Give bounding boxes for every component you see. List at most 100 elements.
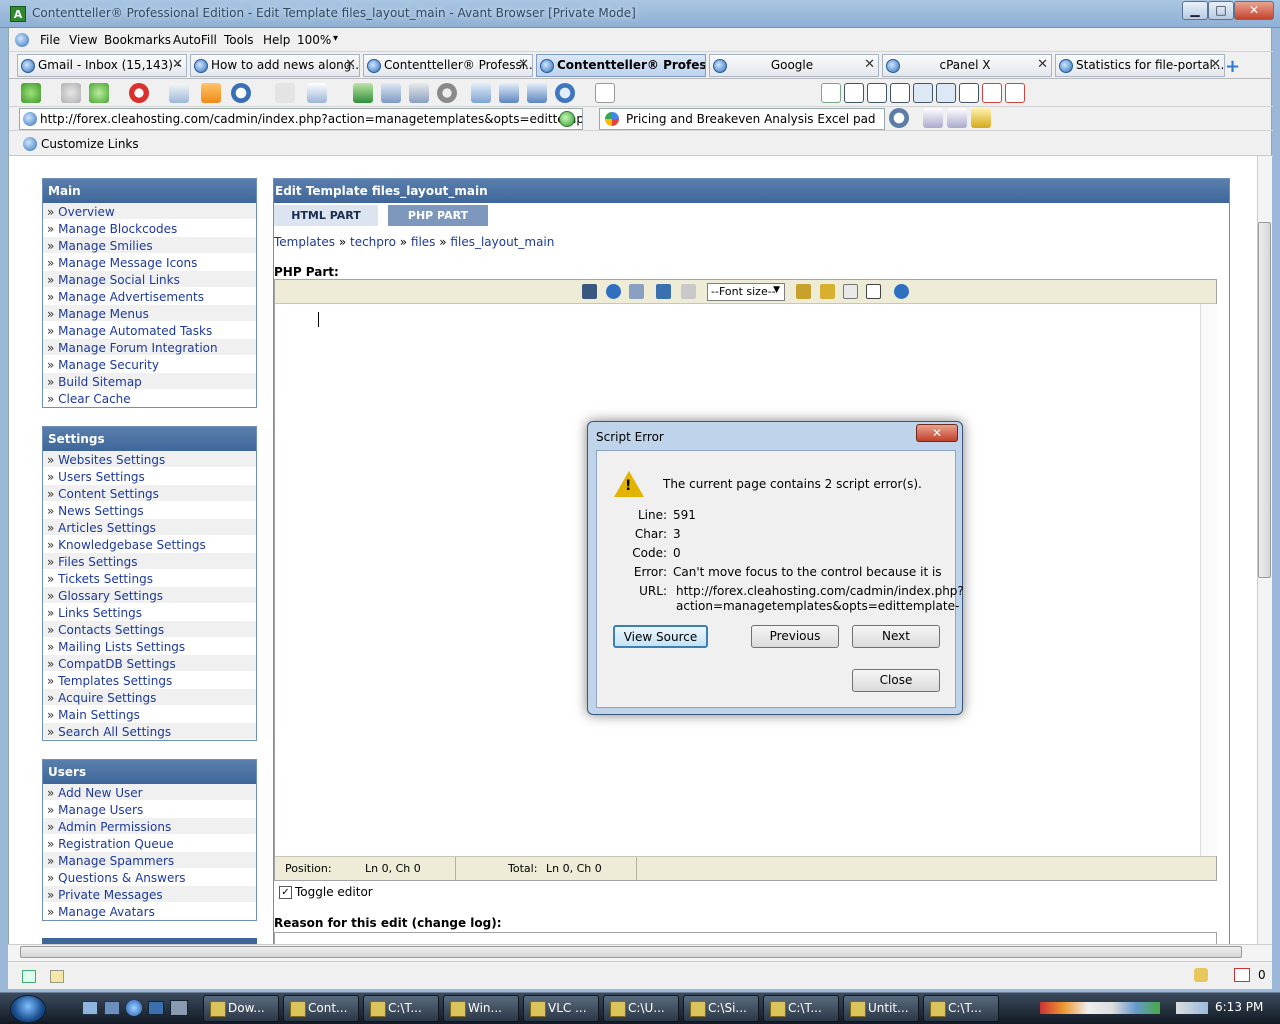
tab-close-icon[interactable]: ✕ xyxy=(518,57,529,72)
link-add-new-user[interactable]: Add New User xyxy=(43,784,256,801)
crumb-templates[interactable]: Templates xyxy=(274,235,335,249)
highlight-icon[interactable] xyxy=(971,108,991,128)
search-engine-icon[interactable] xyxy=(889,108,909,128)
link-manage-advertisements[interactable]: Manage Advertisements xyxy=(43,288,256,305)
window-titlebar[interactable]: A Contentteller® Professional Edition - … xyxy=(0,0,1280,28)
taskbar-button-downloads[interactable]: Dow... xyxy=(203,995,279,1022)
font-size-select[interactable]: --Font size-- ▼ xyxy=(707,283,785,301)
google-search-icon[interactable] xyxy=(605,112,619,126)
show-desktop-icon[interactable] xyxy=(82,1001,98,1015)
layout-next-icon[interactable] xyxy=(913,83,933,103)
dialog-close-button[interactable]: Close xyxy=(852,669,940,692)
switch-windows-icon[interactable] xyxy=(104,1001,120,1015)
toggle-editor-checkbox[interactable]: ✓ xyxy=(279,886,292,899)
link-mailing-lists-settings[interactable]: Mailing Lists Settings xyxy=(43,638,256,655)
home-icon[interactable] xyxy=(169,83,189,103)
image-icon[interactable] xyxy=(353,83,373,103)
tab-html-part[interactable]: HTML PART xyxy=(274,205,378,226)
tab-contentteller-active[interactable]: Contentteller® Profes... xyxy=(536,54,706,77)
link-manage-message-icons[interactable]: Manage Message Icons xyxy=(43,254,256,271)
link-knowledgebase-settings[interactable]: Knowledgebase Settings xyxy=(43,536,256,553)
link-manage-forum-integration[interactable]: Manage Forum Integration xyxy=(43,339,256,356)
link-users-settings[interactable]: Users Settings xyxy=(43,468,256,485)
tab-close-icon[interactable]: ✕ xyxy=(172,57,183,72)
minimize-button[interactable]: ▁ xyxy=(1182,1,1208,20)
taskbar-button-untitled[interactable]: Untit... xyxy=(843,995,919,1022)
link-compatdb-settings[interactable]: CompatDB Settings xyxy=(43,655,256,672)
go-icon[interactable] xyxy=(559,111,575,127)
menu-file[interactable]: File xyxy=(40,33,60,47)
tab-google[interactable]: Google ✕ xyxy=(709,54,879,77)
taskbar-clock[interactable]: 6:13 PM xyxy=(1215,1000,1263,1014)
start-button[interactable] xyxy=(10,995,46,1023)
next-button[interactable]: Next xyxy=(852,625,940,648)
media-icon[interactable] xyxy=(148,1001,164,1015)
maximize-button[interactable]: □ xyxy=(1208,1,1234,20)
highlight-brush-icon[interactable] xyxy=(820,284,835,299)
copy-icon[interactable] xyxy=(275,83,295,103)
previous-button[interactable]: Previous xyxy=(751,625,839,648)
crumb-techpro[interactable]: techpro xyxy=(350,235,396,249)
options-gear-icon[interactable] xyxy=(437,83,457,103)
page-horizontal-scroll-thumb[interactable] xyxy=(20,946,1242,958)
taskbar-button-folder-t-3[interactable]: C:\T... xyxy=(923,995,999,1022)
dialog-close-icon[interactable]: ✕ xyxy=(916,424,958,442)
up-icon[interactable] xyxy=(89,83,109,103)
save-icon[interactable] xyxy=(527,83,547,103)
link-glossary-settings[interactable]: Glossary Settings xyxy=(43,587,256,604)
tab-php-part[interactable]: PHP PART xyxy=(388,205,488,226)
customize-links-link[interactable]: Customize Links xyxy=(41,137,139,151)
new-page-icon[interactable] xyxy=(595,83,615,103)
taskbar-button-contentteller[interactable]: Cont... xyxy=(283,995,359,1022)
find-icon[interactable] xyxy=(923,108,943,128)
rss-icon[interactable] xyxy=(201,83,221,103)
help-icon[interactable] xyxy=(894,284,909,299)
tab-close-icon[interactable]: ✕ xyxy=(864,57,875,72)
quicklaunch-more-icon[interactable] xyxy=(170,1000,188,1016)
window-icon[interactable] xyxy=(307,83,327,103)
taskbar-button-folder-u[interactable]: C:\U... xyxy=(603,995,679,1022)
forward-icon[interactable] xyxy=(61,83,81,103)
layout-horizontal-icon[interactable] xyxy=(890,83,910,103)
link-main-settings[interactable]: Main Settings xyxy=(43,706,256,723)
edit-icon[interactable] xyxy=(381,83,401,103)
link-manage-spammers[interactable]: Manage Spammers xyxy=(43,852,256,869)
find-next-icon[interactable] xyxy=(947,108,967,128)
tab-how-to-add-news[interactable]: How to add news along... ✕ xyxy=(190,54,360,77)
menu-autofill[interactable]: AutoFill xyxy=(173,33,217,47)
taskbar-button-folder-t-2[interactable]: C:\T... xyxy=(763,995,839,1022)
link-contacts-settings[interactable]: Contacts Settings xyxy=(43,621,256,638)
status-page-icon[interactable] xyxy=(22,970,36,983)
crumb-files-layout-main[interactable]: files_layout_main xyxy=(450,235,554,249)
zoom-level[interactable]: 100% xyxy=(297,33,331,47)
link-private-messages[interactable]: Private Messages xyxy=(43,886,256,903)
goto-icon[interactable] xyxy=(606,284,621,299)
link-websites-settings[interactable]: Websites Settings xyxy=(43,451,256,468)
popup-blocker-icon[interactable] xyxy=(1234,968,1250,982)
undo-icon[interactable] xyxy=(656,284,671,299)
link-manage-blockcodes[interactable]: Manage Blockcodes xyxy=(43,220,256,237)
link-acquire-settings[interactable]: Acquire Settings xyxy=(43,689,256,706)
word-wrap-icon[interactable] xyxy=(866,284,881,299)
reason-textarea[interactable] xyxy=(274,932,1217,944)
link-registration-queue[interactable]: Registration Queue xyxy=(43,835,256,852)
link-build-sitemap[interactable]: Build Sitemap xyxy=(43,373,256,390)
menu-bookmarks[interactable]: Bookmarks xyxy=(104,33,171,47)
spellcheck-icon[interactable] xyxy=(796,284,811,299)
system-tray-icons[interactable] xyxy=(1040,1002,1160,1014)
page-vertical-scroll-thumb[interactable] xyxy=(1258,222,1271,578)
tray-network-volume-icon[interactable] xyxy=(1176,1002,1208,1014)
pointer-icon[interactable] xyxy=(471,83,491,103)
link-links-settings[interactable]: Links Settings xyxy=(43,604,256,621)
eraser-icon[interactable] xyxy=(843,284,858,299)
taskbar-button-folder-t-1[interactable]: C:\T... xyxy=(363,995,439,1022)
stop-icon[interactable] xyxy=(129,83,149,103)
back-icon[interactable] xyxy=(21,83,41,103)
search-input[interactable]: Pricing and Breakeven Analysis Excel pad xyxy=(599,108,885,130)
new-tab-icon[interactable]: + xyxy=(1225,56,1240,77)
history-icon[interactable] xyxy=(231,83,251,103)
link-search-all-settings[interactable]: Search All Settings xyxy=(43,723,256,740)
taskbar-button-folder-si[interactable]: C:\Si... xyxy=(683,995,759,1022)
link-manage-social-links[interactable]: Manage Social Links xyxy=(43,271,256,288)
layout-prev-icon[interactable] xyxy=(936,83,956,103)
